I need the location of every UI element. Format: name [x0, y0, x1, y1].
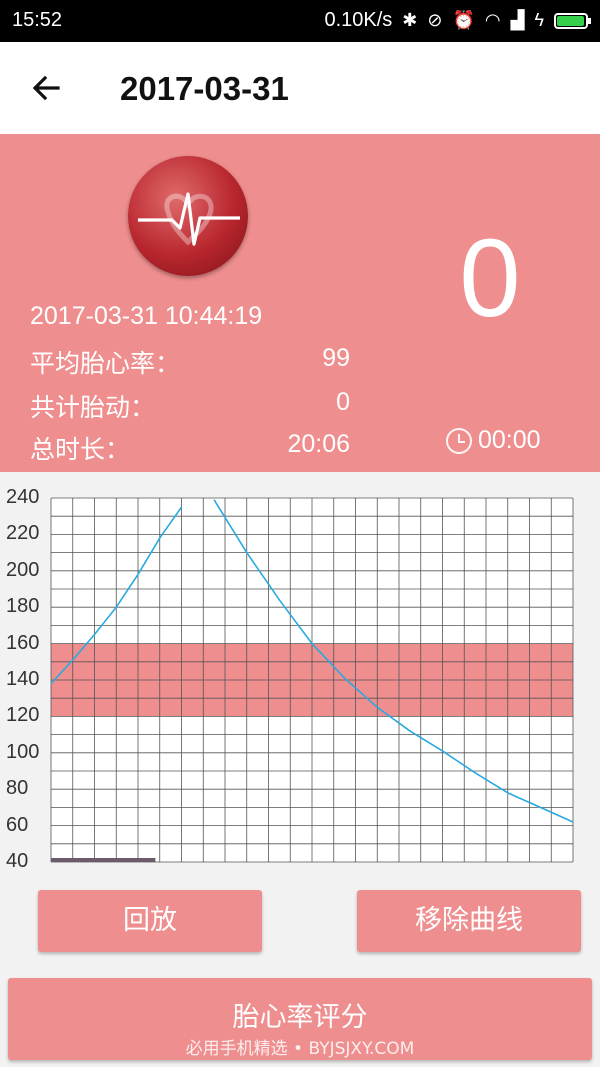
timer: 00:00 — [446, 426, 541, 455]
status-icons: 0.10K/s ✱ ⊘ ⏰ ◠ ▟ ϟ — [324, 9, 591, 32]
movement-counter: 0 — [459, 217, 521, 340]
back-arrow-icon[interactable] — [28, 68, 68, 108]
status-time: 15:52 — [12, 9, 63, 31]
movements-label: 共计胎动： — [30, 394, 156, 422]
signal-icon: ▟ — [510, 10, 525, 30]
bluetooth-icon: ✱ — [402, 10, 418, 30]
summary-panel: 0 2017-03-31 10:44:19 平均胎心率： 99 共计胎动： 0 … — [0, 134, 600, 472]
alarm-icon: ⏰ — [452, 10, 475, 30]
page-title: 2017-03-31 — [120, 70, 289, 107]
clock-icon — [446, 427, 472, 454]
watermark: 必用手机精选 • BYJSJXY.COM — [185, 1039, 415, 1059]
avg-rate-value: 99 — [322, 344, 350, 372]
status-bar: 15:52 0.10K/s ✱ ⊘ ⏰ ◠ ▟ ϟ — [0, 0, 600, 42]
heart-rate-chart: 240 220 200 180 160 140 120 100 80 60 40 — [0, 472, 600, 872]
battery-icon — [554, 12, 591, 29]
heartbeat-logo-icon — [128, 156, 248, 276]
duration-value: 20:06 — [287, 430, 350, 458]
replay-button[interactable]: 回放 — [38, 890, 262, 952]
vibrate-off-icon: ⊘ — [427, 10, 443, 30]
duration-label: 总时长： — [30, 436, 131, 464]
movements-value: 0 — [336, 388, 350, 416]
title-bar: 2017-03-31 — [0, 42, 600, 134]
wifi-icon: ◠ — [484, 10, 501, 30]
chart-plot — [50, 497, 574, 863]
battery-level — [557, 15, 584, 26]
timer-value: 00:00 — [478, 426, 541, 454]
remove-curve-button[interactable]: 移除曲线 — [357, 890, 581, 952]
record-datetime: 2017-03-31 10:44:19 — [30, 302, 263, 330]
charging-icon: ϟ — [534, 10, 544, 30]
network-speed: 0.10K/s — [324, 9, 393, 31]
